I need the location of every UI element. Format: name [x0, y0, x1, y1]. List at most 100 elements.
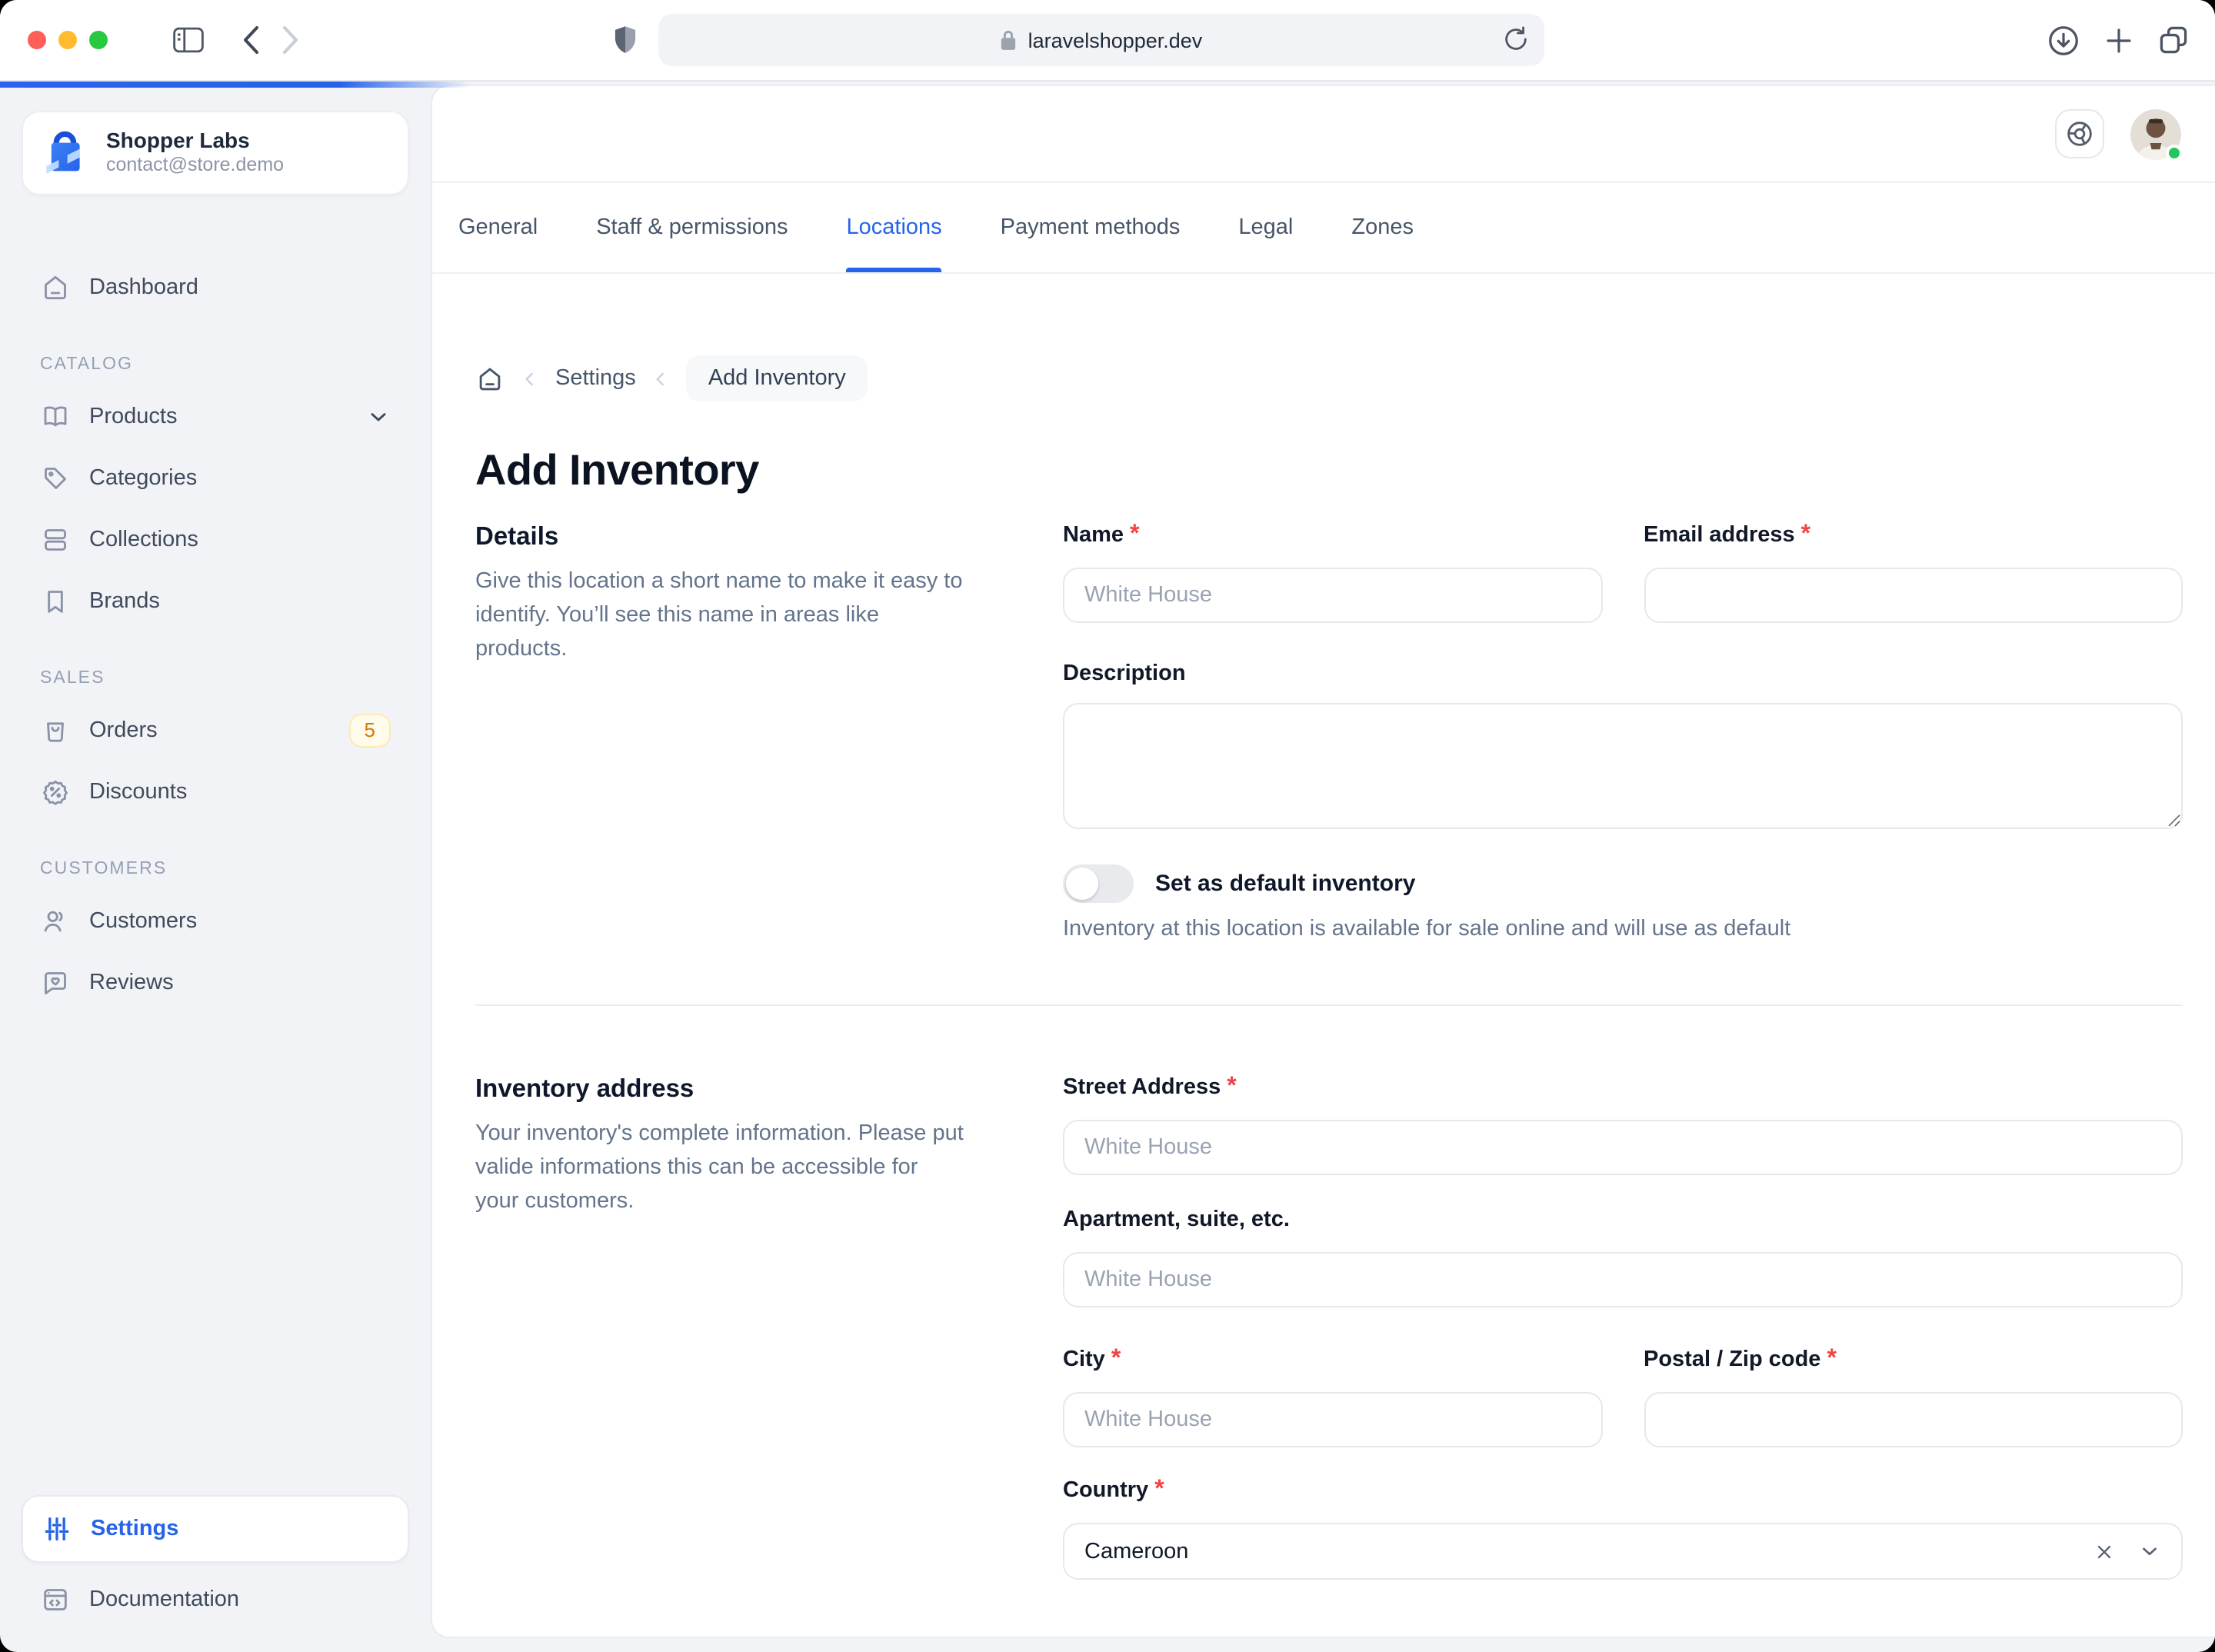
privacy-shield-icon[interactable] [614, 25, 637, 55]
tab-staff-permissions[interactable]: Staff & permissions [596, 183, 788, 272]
store-name: Shopper Labs [106, 128, 284, 155]
badge-percent-icon [40, 777, 71, 808]
clear-icon[interactable] [2093, 1540, 2115, 1562]
breadcrumb: Settings Add Inventory [475, 352, 2183, 405]
sidebar-item-collections[interactable]: Collections [22, 509, 409, 571]
sidebar-item-reviews[interactable]: Reviews [22, 952, 409, 1014]
tab-zones[interactable]: Zones [1351, 183, 1414, 272]
city-input[interactable] [1063, 1392, 1602, 1447]
default-inventory-hint: Inventory at this location is available … [1063, 917, 2183, 941]
reload-icon[interactable] [1503, 25, 1529, 54]
user-avatar[interactable] [2130, 108, 2181, 159]
details-section: Details Give this location a short name … [475, 518, 2183, 941]
content-header [432, 86, 2215, 183]
sidebar-item-label: Reviews [89, 971, 174, 995]
sidebar-item-label: Discounts [89, 780, 187, 804]
code-window-icon [40, 1584, 71, 1615]
country-select[interactable]: Cameroon [1063, 1523, 2183, 1580]
name-input[interactable] [1063, 568, 1602, 623]
zoom-window-button[interactable] [89, 31, 108, 49]
orders-count-badge: 5 [349, 714, 391, 748]
tab-overview-icon[interactable] [2157, 23, 2190, 57]
downloads-icon[interactable] [2046, 22, 2081, 58]
tag-icon [40, 463, 71, 494]
address-heading: Inventory address [475, 1071, 966, 1107]
close-window-button[interactable] [28, 31, 46, 49]
sidebar-item-dashboard[interactable]: Dashboard [22, 257, 409, 318]
address-description: Your inventory's complete information. P… [475, 1117, 966, 1218]
message-heart-icon [40, 968, 71, 998]
details-heading: Details [475, 518, 966, 555]
email-input[interactable] [1644, 568, 2183, 623]
browser-sidebar-toggle-icon[interactable] [172, 26, 205, 54]
browser-app-button[interactable] [2055, 109, 2104, 158]
sidebar-section-sales: SALES [22, 663, 409, 694]
sidebar-section-customers: CUSTOMERS [22, 854, 409, 884]
chevron-down-icon[interactable] [2138, 1540, 2161, 1563]
chevron-left-icon [651, 368, 671, 388]
tab-locations[interactable]: Locations [847, 183, 942, 272]
page-loading-bar [0, 82, 471, 88]
store-switcher[interactable]: Shopper Labs contact@store.demo [22, 111, 409, 195]
sidebar-footer: Settings Documentation [22, 1495, 409, 1630]
sidebar-item-products[interactable]: Products [22, 386, 409, 448]
sidebar-item-label: Customers [89, 909, 197, 934]
sidebar-item-brands[interactable]: Brands [22, 571, 409, 632]
tab-legal[interactable]: Legal [1238, 183, 1293, 272]
url-bar[interactable]: laravelshopper.dev [658, 14, 1544, 66]
email-label: Email address [1644, 523, 1795, 548]
browser-window: laravelshopper.dev [0, 0, 2215, 1652]
book-open-icon [40, 401, 71, 432]
breadcrumb-settings-link[interactable]: Settings [555, 366, 636, 391]
home-icon [40, 272, 71, 303]
sidebar-item-label: Categories [89, 466, 197, 491]
sidebar-section-catalog: CATALOG [22, 349, 409, 380]
required-marker: * [1801, 521, 1810, 548]
breadcrumb-home-icon[interactable] [475, 364, 505, 393]
tab-payment-methods[interactable]: Payment methods [1001, 183, 1181, 272]
details-description: Give this location a short name to make … [475, 565, 966, 666]
street-input[interactable] [1063, 1120, 2183, 1175]
sidebar-item-label: Brands [89, 589, 160, 614]
required-marker: * [1154, 1477, 1164, 1503]
chevron-left-icon [520, 368, 540, 388]
required-marker: * [1227, 1074, 1236, 1100]
sidebar-item-orders[interactable]: Orders 5 [22, 700, 409, 761]
bookmark-icon [40, 586, 71, 617]
new-tab-icon[interactable] [2103, 24, 2135, 56]
sidebar-nav: Dashboard CATALOG Products [22, 257, 409, 1014]
rows-icon [40, 525, 71, 555]
sidebar-item-discounts[interactable]: Discounts [22, 761, 409, 823]
sidebar-item-documentation[interactable]: Documentation [22, 1569, 409, 1630]
inventory-address-section: Inventory address Your inventory's compl… [475, 1071, 2183, 1580]
required-marker: * [1111, 1346, 1121, 1372]
sidebar-item-label: Settings [91, 1517, 178, 1541]
default-inventory-label: Set as default inventory [1155, 871, 1415, 897]
browser-toolbar-right [2046, 22, 2190, 58]
minimize-window-button[interactable] [58, 31, 77, 49]
default-inventory-toggle[interactable] [1063, 864, 1134, 903]
store-email: contact@store.demo [106, 155, 284, 178]
breadcrumb-current: Add Inventory [687, 355, 868, 401]
main-content: General Staff & permissions Locations Pa… [431, 85, 2215, 1638]
description-textarea[interactable] [1063, 703, 2183, 829]
street-label: Street Address [1063, 1075, 1221, 1100]
city-label: City [1063, 1347, 1105, 1372]
sidebar-item-customers[interactable]: Customers [22, 891, 409, 952]
apartment-input[interactable] [1063, 1252, 2183, 1307]
page-title: Add Inventory [475, 445, 2183, 497]
browser-toolbar: laravelshopper.dev [0, 0, 2215, 82]
postal-input[interactable] [1644, 1392, 2183, 1447]
shopping-bag-icon [40, 715, 71, 746]
tab-general[interactable]: General [458, 183, 538, 272]
sidebar-item-settings[interactable]: Settings [22, 1495, 409, 1563]
sidebar-item-categories[interactable]: Categories [22, 448, 409, 509]
url-text: laravelshopper.dev [1028, 28, 1203, 52]
sidebar-item-label: Products [89, 405, 177, 429]
back-icon[interactable] [241, 25, 260, 55]
postal-label: Postal / Zip code [1644, 1347, 1820, 1372]
users-icon [40, 906, 71, 937]
app-sidebar: Shopper Labs contact@store.demo Dashboar… [0, 82, 431, 1652]
forward-icon[interactable] [281, 25, 300, 55]
window-controls [28, 31, 108, 49]
